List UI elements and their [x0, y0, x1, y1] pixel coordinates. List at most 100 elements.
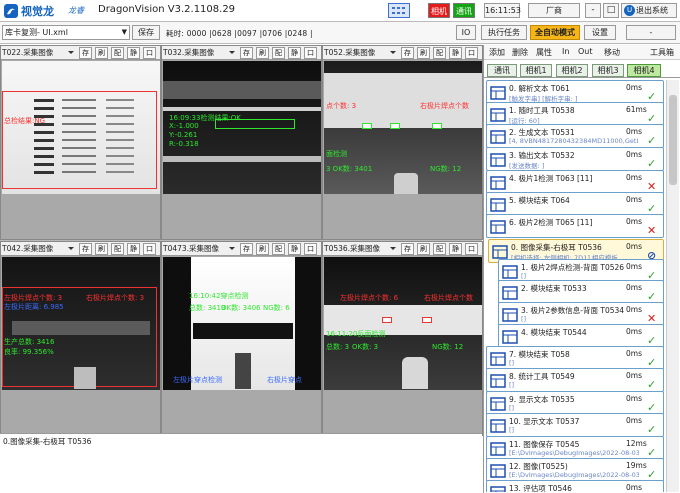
menu-out[interactable]: Out — [578, 47, 593, 56]
minimize-button[interactable]: - — [585, 3, 601, 18]
menu-toolbox[interactable]: 工具箱 — [650, 47, 674, 58]
panel-freeze-button[interactable]: 静 — [449, 243, 462, 255]
panel-freeze-button[interactable]: 静 — [127, 243, 140, 255]
task-time: 0ms — [626, 83, 642, 92]
exit-button[interactable]: U 退出系统 — [621, 3, 677, 18]
task-detail: [E:\DvImages\DebugImages\2022-08-03\Dug — [509, 471, 639, 479]
panel-freeze-button[interactable]: 静 — [288, 47, 301, 59]
panel-freeze-button[interactable]: 静 — [127, 47, 140, 59]
image-panel[interactable]: T0473.采集图像存刷配静口 16:10:42穿点检测 总数: 3419 OK数: … — [161, 241, 322, 436]
panel-save-button[interactable]: 存 — [401, 243, 414, 255]
camera-image[interactable]: 点个数: 3 右极片焊点个数 面检测 3 OK数: 3401 NG数: 12 — [324, 61, 482, 194]
panel-window-button[interactable]: 口 — [465, 243, 478, 255]
menu-properties[interactable]: 属性 — [536, 47, 552, 58]
task-item[interactable]: 3. 输出文本 T0532 [发送数据: ] 0ms ✓ — [486, 147, 664, 171]
panel-refresh-button[interactable]: 刷 — [256, 243, 269, 255]
panel-save-button[interactable]: 存 — [240, 47, 253, 59]
camera-status-badge[interactable]: 相机 — [428, 3, 450, 18]
task-item[interactable]: 3. 极片2参数信息-背面 T0534[] 0ms ✕ — [498, 302, 664, 326]
menu-delete[interactable]: 删除 — [512, 47, 528, 58]
panel-config-button[interactable]: 配 — [111, 47, 124, 59]
panel-window-button[interactable]: 口 — [143, 47, 156, 59]
task-item[interactable]: 11. 图像保存 T0545 [E:\DvImages\DebugImages\2… — [486, 436, 664, 460]
tab-camera-1[interactable]: 相机1 — [520, 64, 552, 77]
tab-camera-2[interactable]: 相机2 — [556, 64, 588, 77]
project-select[interactable]: 库卡复测- UI.xml ▼ — [2, 25, 130, 40]
task-item[interactable]: 7. 模块结束 T058[] 0ms ✓ — [486, 346, 664, 370]
auto-mode-button[interactable]: 全自动模式 — [530, 25, 580, 40]
panel-title-select[interactable]: T032.采集图像 — [163, 46, 237, 59]
camera-image[interactable]: 16:09:33检测结果:OK X:-1.000 Y:-0.261 R:-0.318 — [163, 61, 321, 194]
vendor-button[interactable]: 厂商 — [528, 3, 580, 18]
panel-refresh-button[interactable]: 刷 — [256, 47, 269, 59]
panel-config-button[interactable]: 配 — [111, 243, 124, 255]
task-detail: [] — [521, 315, 527, 323]
tab-camera-4[interactable]: 相机4 — [627, 64, 661, 77]
panel-config-button[interactable]: 配 — [433, 243, 446, 255]
task-item[interactable]: 4. 极片1检测 T063 [11] 0ms ✕ — [486, 170, 664, 194]
scrollbar-thumb[interactable] — [669, 95, 677, 185]
panel-refresh-button[interactable]: 刷 — [95, 243, 108, 255]
task-item[interactable]: 5. 模块结束 T064 0ms ✓ — [486, 192, 664, 216]
task-item[interactable]: 2. 生成文本 T0531 [4, 8VBN4817280432384MD1100… — [486, 124, 664, 148]
task-item[interactable]: 10. 显示文本 T0537[] 0ms ✓ — [486, 413, 664, 437]
task-item[interactable]: 1. 随时工具 T0538 [运行: 60] 61ms ✓ — [486, 102, 664, 126]
menu-move[interactable]: 移动 — [604, 47, 620, 58]
clock-display: 16:11:53 — [484, 3, 521, 18]
image-panel[interactable]: T042.采集图像存刷配静口左极片焊点个数: 3 右极片焊点个数: 3 左极片距离:… — [0, 241, 161, 436]
panel-save-button[interactable]: 存 — [79, 47, 92, 59]
panel-config-button[interactable]: 配 — [433, 47, 446, 59]
panel-refresh-button[interactable]: 刷 — [95, 47, 108, 59]
image-panel[interactable]: T022.采集图像存刷配静口总检结果:NG — [0, 45, 161, 240]
comm-status-badge[interactable]: 通讯 — [453, 3, 475, 18]
task-item[interactable]: 13. 评估项 T0546[F.F]0ms✕ — [486, 480, 664, 492]
panel-save-button[interactable]: 存 — [79, 243, 92, 255]
panel-config-button[interactable]: 配 — [272, 47, 285, 59]
image-panel[interactable]: T032.采集图像存刷配静口 16:09:33检测结果:OK X:-1.000 Y:-… — [161, 45, 322, 240]
panel-save-button[interactable]: 存 — [401, 47, 414, 59]
collapse-button[interactable]: - — [626, 25, 676, 40]
panel-title-select[interactable]: T042.采集图像 — [2, 242, 76, 255]
maximize-button[interactable]: □ — [603, 3, 619, 18]
keyboard-icon[interactable] — [388, 3, 410, 18]
panel-title-select[interactable]: T0473.采集图像 — [163, 242, 237, 255]
tab-camera-3[interactable]: 相机3 — [592, 64, 624, 77]
task-detail: [] — [509, 426, 515, 434]
io-button[interactable]: IO — [456, 25, 476, 40]
execute-task-button[interactable]: 执行任务 — [481, 25, 527, 40]
panel-config-button[interactable]: 配 — [272, 243, 285, 255]
image-panel[interactable]: T052.采集图像存刷配静口点个数: 3 右极片焊点个数 面检测 3 OK数: 340… — [322, 45, 483, 240]
panel-title-select[interactable]: T052.采集图像 — [324, 46, 398, 59]
image-panel[interactable]: T0536.采集图像存刷配静口左极片焊点个数: 6 右极片焊点个数 16:11:20… — [322, 241, 483, 436]
panel-title-select[interactable]: T022.采集图像 — [2, 46, 76, 59]
task-time: 0ms — [626, 394, 642, 403]
panel-window-button[interactable]: 口 — [304, 243, 317, 255]
camera-image[interactable]: 16:10:42穿点检测 总数: 3419 OK数: 3406 NG数: 6 左极片穿点… — [163, 257, 321, 390]
panel-title-select[interactable]: T0536.采集图像 — [324, 242, 398, 255]
panel-freeze-button[interactable]: 静 — [288, 243, 301, 255]
panel-save-button[interactable]: 存 — [240, 243, 253, 255]
panel-window-button[interactable]: 口 — [304, 47, 317, 59]
panel-freeze-button[interactable]: 静 — [449, 47, 462, 59]
task-item[interactable]: 6. 极片2检测 T065 [11] 0ms ✕ — [486, 214, 664, 238]
tab-camera-0[interactable]: 通讯 — [487, 64, 517, 77]
task-item[interactable]: 9. 显示文本 T0535[] 0ms ✓ — [486, 391, 664, 415]
camera-image[interactable]: 左极片焊点个数: 3 右极片焊点个数: 3 左极片距离: 6.985 生产总数: 34… — [2, 257, 160, 390]
task-item[interactable]: 4. 模块结束 T0544 0ms ✓ — [498, 324, 664, 348]
task-item[interactable]: 0. 解析文本 T061 [触发字串] [解析字串: ] 0ms ✓ — [486, 80, 664, 104]
panel-window-button[interactable]: 口 — [465, 47, 478, 59]
camera-image[interactable]: 左极片焊点个数: 6 右极片焊点个数 16:11:20反面检测 总数: 3 OK数: 3… — [324, 257, 482, 390]
task-item[interactable]: 2. 模块结束 T0533 0ms ✓ — [498, 280, 664, 304]
settings-button[interactable]: 设置 — [584, 25, 616, 40]
menu-add[interactable]: 添加 — [489, 47, 505, 58]
task-scrollbar[interactable] — [666, 80, 679, 492]
menu-in[interactable]: In — [562, 47, 569, 56]
panel-window-button[interactable]: 口 — [143, 243, 156, 255]
task-item[interactable]: 12. 图像(T0525) [E:\DvImages\DebugImages\20… — [486, 458, 664, 482]
image-overlay-text: 左极片焊点个数: 6 — [340, 294, 399, 302]
save-button[interactable]: 保存 — [132, 25, 160, 40]
panel-refresh-button[interactable]: 刷 — [417, 47, 430, 59]
task-item[interactable]: 8. 统计工具 T0549[] 0ms ✓ — [486, 368, 664, 392]
panel-refresh-button[interactable]: 刷 — [417, 243, 430, 255]
camera-image[interactable]: 总检结果:NG — [2, 61, 160, 194]
